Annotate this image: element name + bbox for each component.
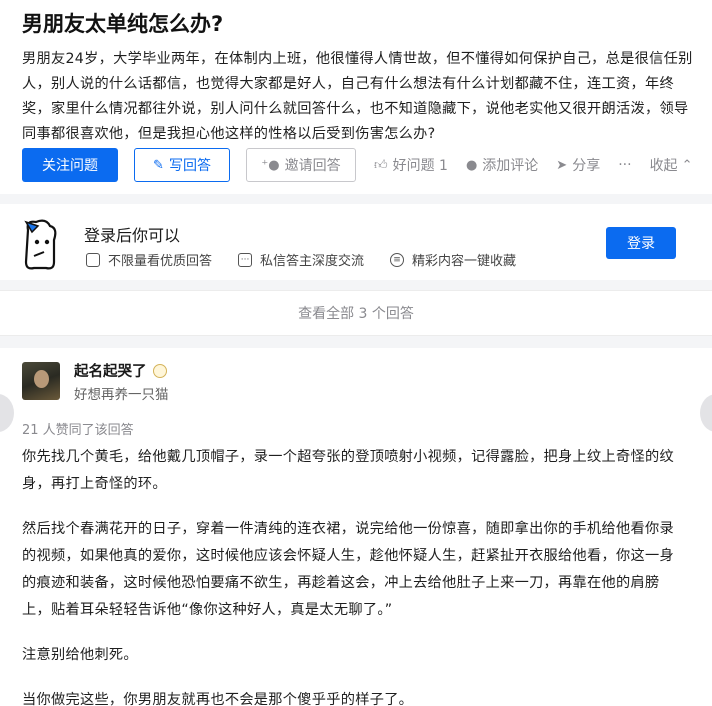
perk-item: 不限量看优质回答: [86, 250, 212, 269]
answer-paragraph: 注意别给他刺死。: [22, 647, 138, 663]
comment-icon: ●: [465, 157, 478, 173]
author-bio: 好想再养一只猫: [74, 387, 169, 403]
question-description: 男朋友24岁，大学毕业两年，在体制内上班，他很懂得人情世故，但不懂得如何保护自己…: [22, 51, 693, 142]
perk-item: ··· 私信答主深度交流: [238, 250, 364, 269]
answer-paragraph: 你先找几个黄毛，给他戴几顶帽子，录一个超夸张的登顶喷射小视频，记得露脸，把身上纹…: [22, 449, 674, 492]
author-name: 起名起哭了: [74, 364, 147, 380]
answer-paragraph: 然后找个春满花开的日子，穿着一件清纯的连衣裙，说完给他一份惊喜，随即拿出你的手机…: [22, 521, 674, 618]
collapse-label: 收起: [649, 158, 678, 174]
share-button[interactable]: ➤ 分享: [556, 155, 600, 175]
good-question-label: 好问题 1: [392, 158, 448, 174]
view-all-answers-link[interactable]: 查看全部 3 个回答: [0, 290, 712, 336]
perk-label: 私信答主深度交流: [260, 254, 365, 269]
answer-body: 你先找几个黄毛，给他戴几顶帽子，录一个超夸张的登顶喷射小视频，记得露脸，把身上纹…: [22, 444, 682, 706]
add-comment-label: 添加评论: [482, 158, 539, 174]
share-label: 分享: [572, 158, 601, 174]
login-perks: 不限量看优质回答 ··· 私信答主深度交流 ≡ 精彩内容一键收藏: [86, 250, 542, 269]
mascot-icon: [24, 219, 57, 270]
collapse-button[interactable]: 收起 ⌃: [650, 155, 693, 175]
answer-paragraph: 当你做完这些，你男朋友就再也不会是那个傻乎乎的样子了。: [22, 692, 414, 706]
share-icon: ➤: [556, 157, 568, 173]
author-name-link[interactable]: 起名起哭了: [74, 360, 167, 381]
question-actions: 关注问题 ✎ 写回答 ⁺● 邀请回答 👍︎ 好问题 1 ● 添加评论 ➤ 分享 …: [22, 148, 692, 182]
likes-count: 21 人赞同了该回答: [22, 423, 134, 438]
perk-item: ≡ 精彩内容一键收藏: [390, 250, 516, 269]
bookmark-icon: ≡: [390, 252, 405, 267]
person-add-icon: ⁺●: [261, 157, 280, 173]
copy-icon: [86, 252, 100, 267]
follow-question-button[interactable]: 关注问题: [22, 148, 118, 182]
avatar[interactable]: [22, 362, 60, 400]
write-answer-label: 写回答: [168, 158, 211, 174]
more-button[interactable]: ···: [618, 157, 631, 173]
add-comment-button[interactable]: ● 添加评论: [466, 155, 538, 175]
answer-card: 起名起哭了 好想再养一只猫 21 人赞同了该回答 你先找几个黄毛，给他戴几顶帽子…: [0, 348, 712, 706]
perk-label: 精彩内容一键收藏: [412, 254, 517, 269]
perk-label: 不限量看优质回答: [108, 254, 213, 269]
invite-answer-button[interactable]: ⁺● 邀请回答: [246, 148, 356, 182]
login-button[interactable]: 登录: [606, 227, 676, 259]
question-title: 男朋友太单纯怎么办?: [22, 12, 224, 36]
login-prompt-title: 登录后你可以: [84, 226, 181, 245]
message-icon: ···: [238, 252, 253, 267]
good-question-button[interactable]: 👍︎ 好问题 1: [374, 155, 448, 175]
chevron-up-icon: ⌃: [681, 157, 693, 173]
badge-icon: [152, 363, 167, 378]
thumbs-up-icon: 👍︎: [374, 157, 388, 173]
pencil-icon: ✎: [153, 157, 164, 173]
write-answer-button[interactable]: ✎ 写回答: [134, 148, 230, 182]
invite-answer-label: 邀请回答: [284, 158, 341, 174]
